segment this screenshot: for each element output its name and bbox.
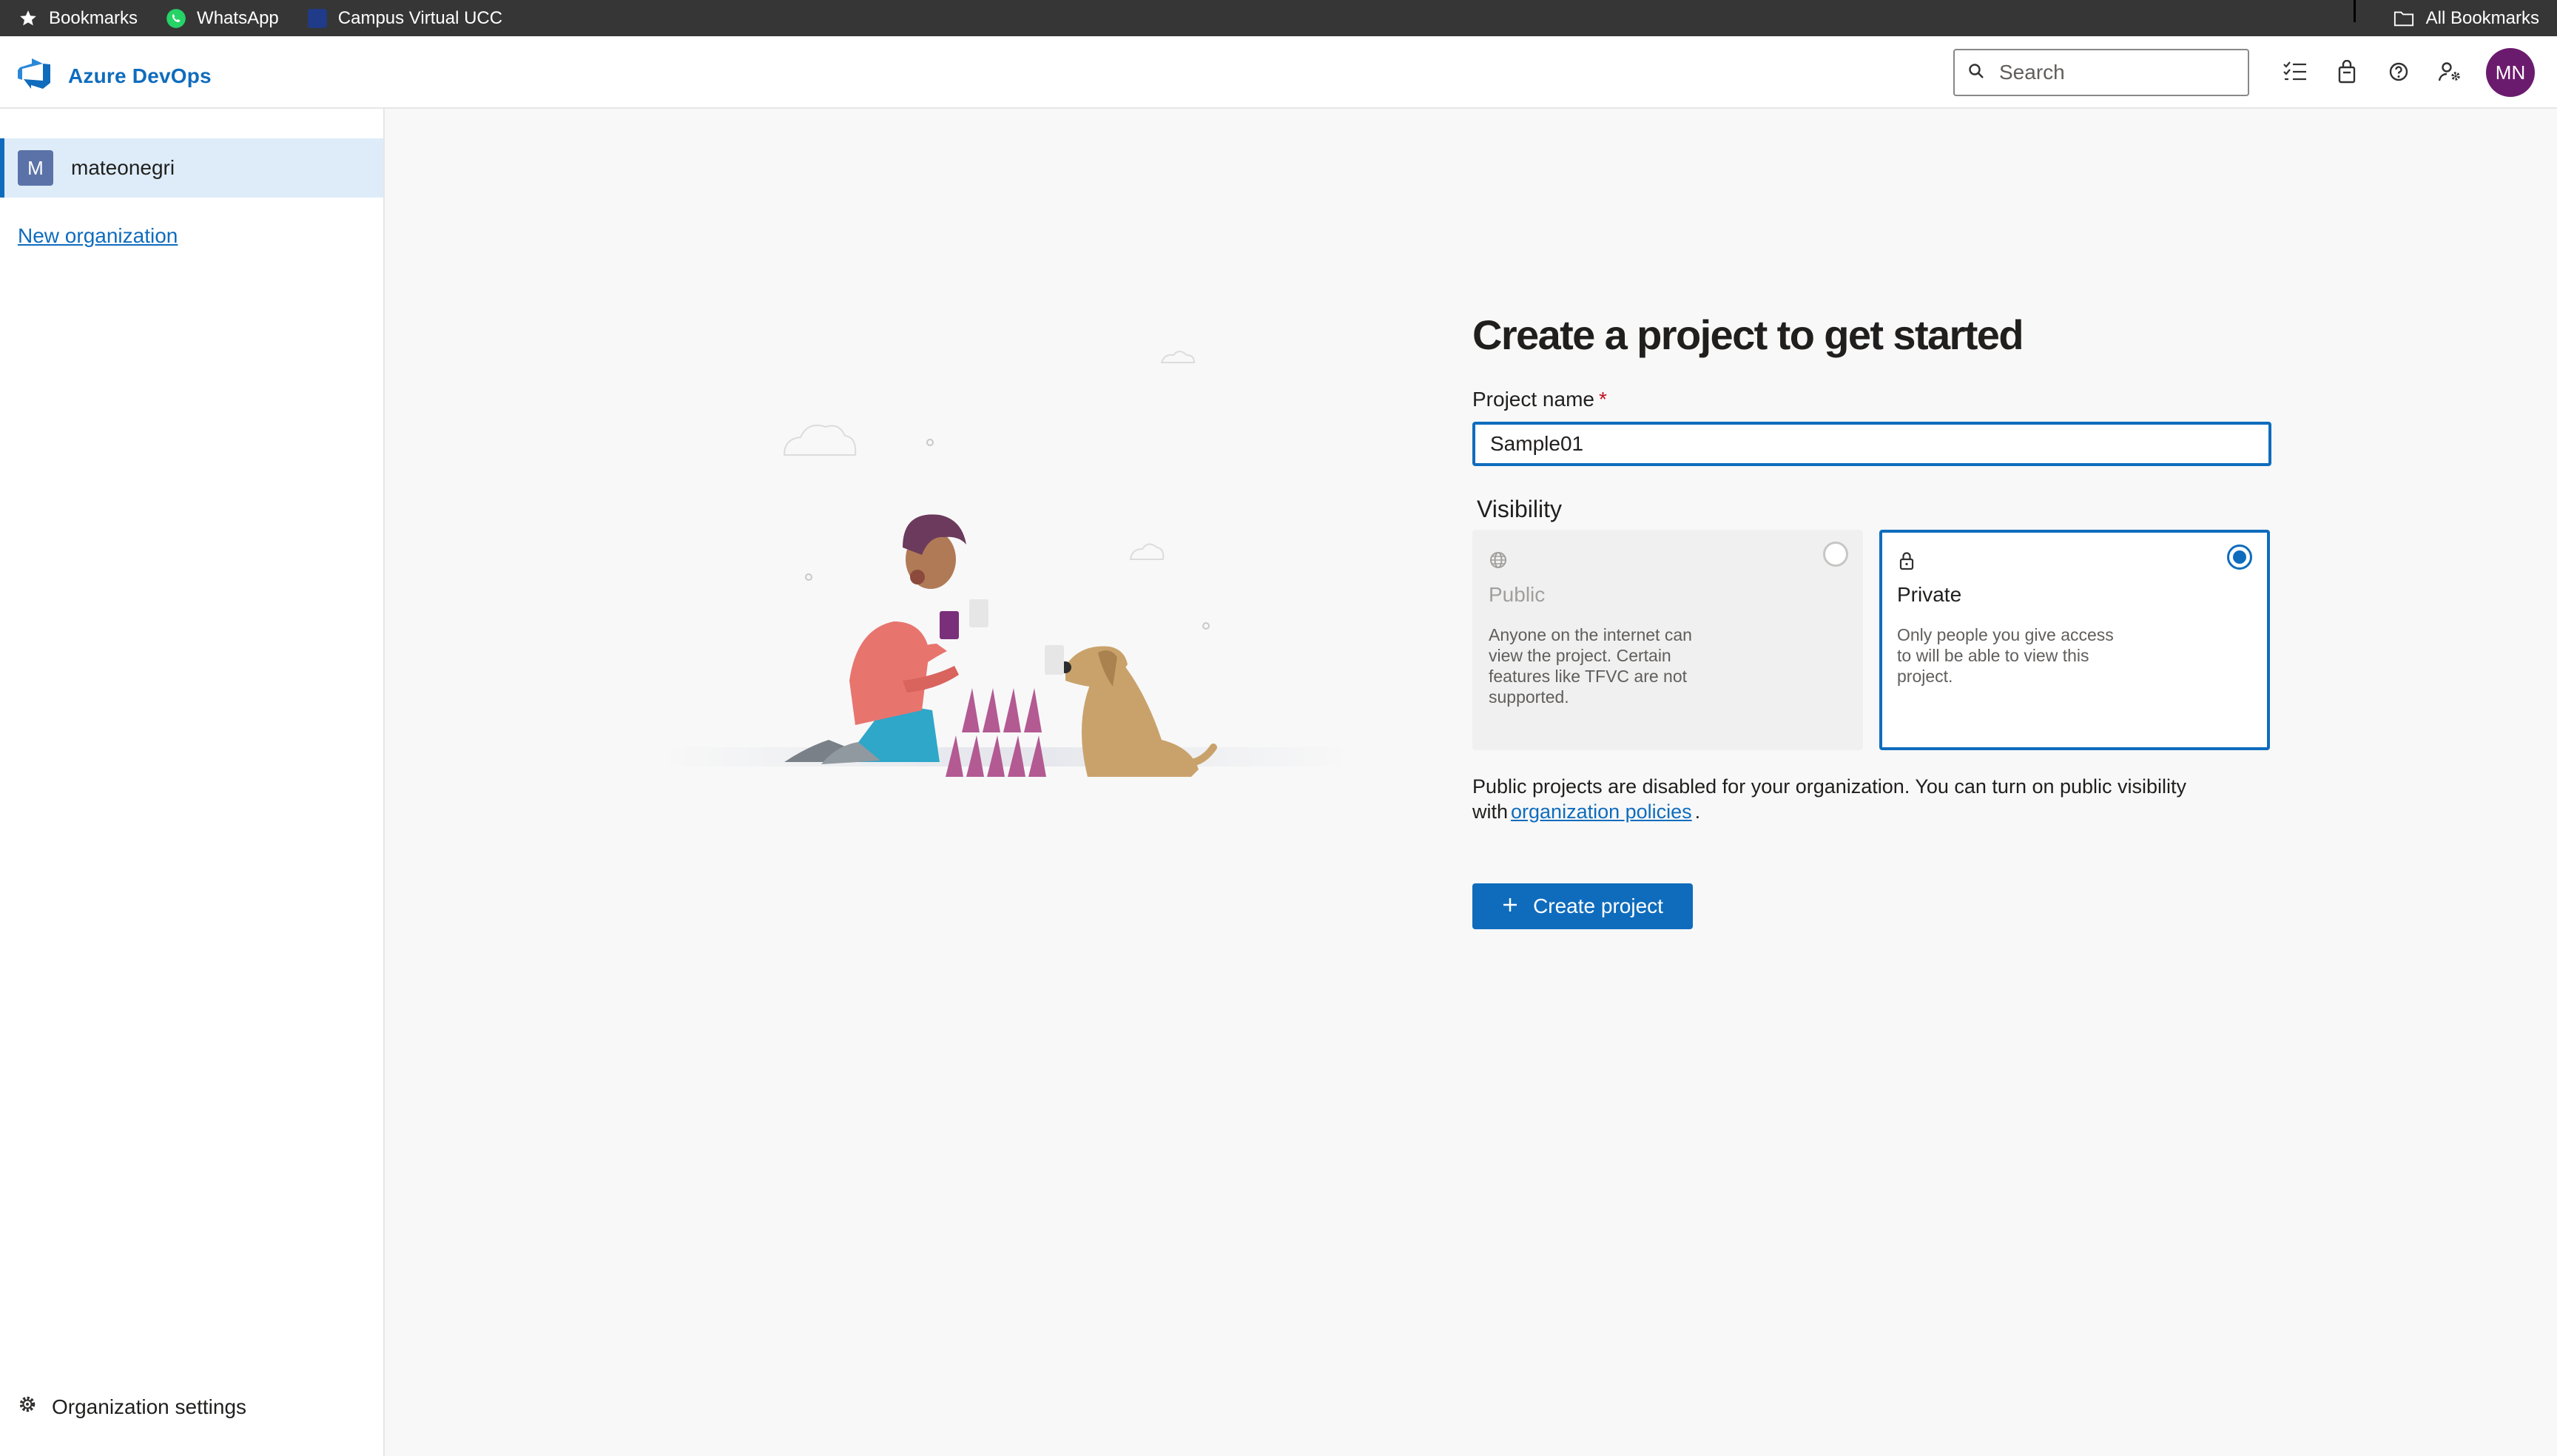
private-title: Private [1897, 583, 1962, 606]
shopping-bag-icon[interactable] [2332, 57, 2362, 87]
create-project-label: Create project [1533, 894, 1663, 917]
org-name: mateonegri [71, 156, 175, 179]
plus-icon [1502, 894, 1518, 918]
brand[interactable]: Azure DevOps [18, 58, 212, 93]
search-icon [1968, 63, 1984, 83]
visibility-option-private[interactable]: Private Only people you give access to w… [1879, 530, 2270, 750]
private-description: Only people you give access to will be a… [1897, 625, 2114, 686]
gear-icon [18, 1395, 37, 1419]
all-bookmarks-label: All Bookmarks [2425, 7, 2539, 28]
organization-policies-link[interactable]: organization policies [1511, 801, 1692, 823]
page-title: Create a project to get started [1472, 311, 2024, 358]
public-title: Public [1489, 583, 1546, 606]
search-input[interactable] [1999, 61, 2236, 84]
task-list-icon[interactable] [2280, 57, 2310, 87]
lock-icon [1897, 550, 1918, 571]
notice-end: . [1694, 801, 1701, 823]
project-name-input[interactable] [1472, 422, 2271, 466]
bookmark-label: Campus Virtual UCC [337, 7, 503, 28]
sidebar: M mateonegri New organization Organizati… [0, 109, 385, 1456]
bookmark-whatsapp[interactable]: WhatsApp [166, 0, 279, 36]
folder-icon [2393, 8, 2414, 29]
visibility-option-public[interactable]: Public Anyone on the internet can view t… [1472, 530, 1863, 750]
public-description: Anyone on the internet can view the proj… [1489, 625, 1692, 707]
whatsapp-icon [166, 8, 186, 29]
public-disabled-notice: Public projects are disabled for your or… [1472, 774, 2286, 824]
bookmarks-bar: Bookmarks WhatsApp Campus Virtual UCC Al… [0, 0, 2557, 36]
globe-icon [1489, 550, 1509, 571]
project-name-label-text: Project name [1472, 388, 1594, 411]
all-bookmarks[interactable]: All Bookmarks [2393, 0, 2539, 36]
bookmark-label: Bookmarks [49, 7, 138, 28]
visibility-label: Visibility [1477, 496, 1562, 522]
organization-settings-link[interactable]: Organization settings [18, 1395, 246, 1419]
new-organization-link[interactable]: New organization [18, 224, 178, 248]
search-box[interactable] [1953, 49, 2249, 96]
project-name-label: Project name * [1472, 388, 1607, 411]
house-of-cards-illustration [651, 333, 1361, 784]
org-badge: M [18, 150, 53, 186]
organization-settings-label: Organization settings [52, 1395, 247, 1418]
required-marker: * [1598, 388, 1607, 411]
user-settings-icon[interactable] [2436, 57, 2465, 87]
bookmarks-divider [2354, 0, 2356, 22]
bookmark-bookmarks[interactable]: Bookmarks [18, 0, 138, 36]
help-icon[interactable] [2384, 57, 2413, 87]
bookmark-campus-virtual[interactable]: Campus Virtual UCC [307, 0, 502, 36]
star-icon [18, 8, 38, 29]
azure-devops-logo-icon [18, 58, 52, 93]
avatar[interactable]: MN [2486, 48, 2535, 97]
campus-favicon-icon [307, 8, 328, 29]
brand-name: Azure DevOps [68, 64, 212, 87]
bookmark-label: WhatsApp [197, 7, 279, 28]
sidebar-item-organization[interactable]: M mateonegri [0, 138, 383, 198]
top-header: Azure DevOps MN [0, 36, 2557, 109]
private-radio[interactable] [2227, 545, 2252, 570]
public-radio[interactable] [1823, 542, 1848, 567]
create-project-button[interactable]: Create project [1472, 883, 1693, 929]
